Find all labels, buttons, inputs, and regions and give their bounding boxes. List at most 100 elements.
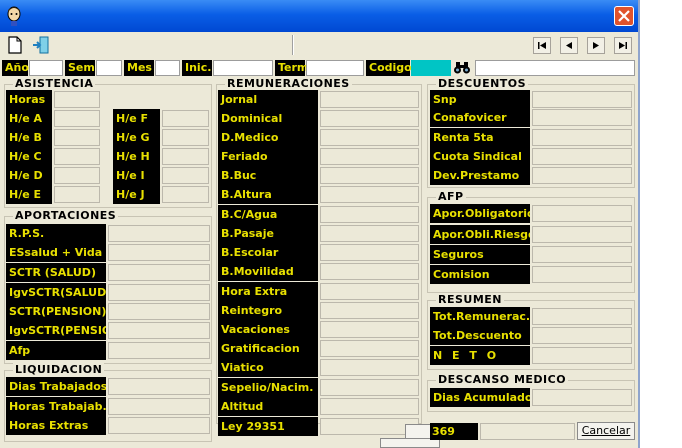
- filter-bar: Año Sem Mes Inic. Term Codigo: [0, 58, 640, 79]
- apor-obli-riesgo-field[interactable]: [532, 226, 632, 243]
- first-record-button[interactable]: [533, 37, 551, 54]
- remun-reintegro-label: Reintegro: [218, 301, 318, 320]
- week-label: Sem: [65, 60, 95, 76]
- he-h-field[interactable]: [162, 148, 209, 165]
- conafovicer-field[interactable]: [532, 109, 632, 126]
- he-b-field[interactable]: [54, 129, 100, 146]
- igv-sctr-salud-label: IgvSCTR(SALUD: [6, 283, 106, 302]
- record-number: 369: [430, 423, 478, 440]
- he-f-field[interactable]: [162, 110, 209, 127]
- comision-field[interactable]: [532, 266, 632, 283]
- week-field[interactable]: [96, 60, 122, 76]
- remun-dominical-field[interactable]: [320, 110, 419, 127]
- igv-sctr-pension-field[interactable]: [108, 322, 210, 339]
- seguros-field[interactable]: [532, 246, 632, 263]
- neto-field[interactable]: [532, 347, 632, 364]
- remun-b-altura-field[interactable]: [320, 186, 419, 203]
- he-c-field[interactable]: [54, 148, 100, 165]
- sctr-pension-field[interactable]: [108, 303, 210, 320]
- tot-remuneracion-field[interactable]: [532, 308, 632, 325]
- cuota-sindical-label: Cuota Sindical: [430, 147, 530, 166]
- remun-gratificacion-field[interactable]: [320, 340, 419, 357]
- sctr-salud-field[interactable]: [108, 264, 210, 281]
- renta-5ta-label: Renta 5ta: [430, 128, 530, 147]
- he-j-label: H/e J: [113, 185, 160, 204]
- close-button[interactable]: [614, 6, 634, 26]
- he-e-field[interactable]: [54, 186, 100, 203]
- dias-trabajados-field[interactable]: [108, 378, 210, 395]
- remun-b-altura-label: B.Altura: [218, 185, 318, 204]
- remun-b-c-agua-field[interactable]: [320, 206, 419, 223]
- essalud-label: ESsalud + Vida: [6, 243, 106, 262]
- remun-reintegro-field[interactable]: [320, 302, 419, 319]
- next-record-button[interactable]: [587, 37, 605, 54]
- exit-door-icon[interactable]: [32, 36, 50, 54]
- rps-field[interactable]: [108, 225, 210, 242]
- start-field[interactable]: [213, 60, 273, 76]
- new-document-icon[interactable]: [6, 36, 24, 54]
- igv-sctr-salud-field[interactable]: [108, 284, 210, 301]
- name-field[interactable]: [475, 60, 635, 76]
- apor-obligatorio-field[interactable]: [532, 205, 632, 222]
- dev-prestamo-field[interactable]: [532, 167, 632, 184]
- app-avatar-icon: [7, 6, 21, 26]
- he-d-label: H/e D: [6, 166, 52, 185]
- month-field[interactable]: [155, 60, 180, 76]
- cancel-button[interactable]: Cancelar: [577, 422, 635, 440]
- close-icon: [618, 10, 630, 22]
- he-g-field[interactable]: [162, 129, 209, 146]
- essalud-field[interactable]: [108, 244, 210, 261]
- prev-record-button[interactable]: [560, 37, 578, 54]
- end-field[interactable]: [306, 60, 364, 76]
- dias-acumulados-label: Dias Acumulados: [430, 388, 530, 407]
- afp-contrib-field[interactable]: [108, 342, 210, 359]
- horas-extras-field[interactable]: [108, 417, 210, 434]
- he-d-field[interactable]: [54, 167, 100, 184]
- first-record-icon: [538, 42, 546, 49]
- remun-d-medico-label: D.Medico: [218, 128, 318, 147]
- remun-b-movilidad-field[interactable]: [320, 263, 419, 280]
- remun-b-pasaje-field[interactable]: [320, 225, 419, 242]
- comision-label: Comision: [430, 265, 530, 284]
- remun-b-pasaje-label: B.Pasaje: [218, 224, 318, 243]
- renta-5ta-field[interactable]: [532, 129, 632, 146]
- binoculars-icon[interactable]: [453, 60, 471, 76]
- remun-b-buc-label: B.Buc: [218, 166, 318, 185]
- horas-trabajadas-field[interactable]: [108, 398, 210, 415]
- remun-d-medico-field[interactable]: [320, 129, 419, 146]
- he-a-field[interactable]: [54, 110, 100, 127]
- cuota-sindical-field[interactable]: [532, 148, 632, 165]
- remun-sepelio-nacim-field[interactable]: [320, 379, 419, 396]
- apor-obligatorio-label: Apor.Obligatorio: [430, 204, 530, 223]
- remuneraciones-title: REMUNERACIONES: [225, 77, 352, 91]
- descanso-medico-title: DESCANSO MEDICO: [436, 373, 569, 387]
- remun-altitud-field[interactable]: [320, 398, 419, 415]
- he-i-field[interactable]: [162, 167, 209, 184]
- he-j-field[interactable]: [162, 186, 209, 203]
- remun-sepelio-nacim-label: Sepelio/Nacim.: [218, 378, 318, 397]
- year-field[interactable]: [29, 60, 63, 76]
- remun-hora-extra-field[interactable]: [320, 283, 419, 300]
- sctr-pension-label: SCTR(PENSION): [6, 302, 106, 321]
- remun-b-buc-field[interactable]: [320, 167, 419, 184]
- remun-vacaciones-field[interactable]: [320, 321, 419, 338]
- he-e-label: H/e E: [6, 185, 52, 204]
- horas-field[interactable]: [54, 91, 100, 108]
- afp-contrib-label: Afp: [6, 341, 106, 360]
- tot-descuento-field[interactable]: [532, 327, 632, 344]
- last-record-button[interactable]: [614, 37, 632, 54]
- dias-acumulados-field[interactable]: [532, 389, 632, 406]
- remun-feriado-field[interactable]: [320, 148, 419, 165]
- afp-title: AFP: [436, 190, 466, 204]
- dev-prestamo-label: Dev.Prestamo: [430, 166, 530, 185]
- remun-b-escolar-field[interactable]: [320, 244, 419, 261]
- next-record-icon: [593, 42, 599, 49]
- snp-field[interactable]: [532, 91, 632, 108]
- remun-jornal-field[interactable]: [320, 91, 419, 108]
- code-field[interactable]: [411, 60, 451, 76]
- record-value-field[interactable]: [480, 423, 575, 440]
- remun-gratificacion-label: Gratificacion: [218, 339, 318, 358]
- title-bar: [0, 0, 640, 32]
- remun-viatico-field[interactable]: [320, 359, 419, 376]
- remun-dominical-label: Dominical: [218, 109, 318, 128]
